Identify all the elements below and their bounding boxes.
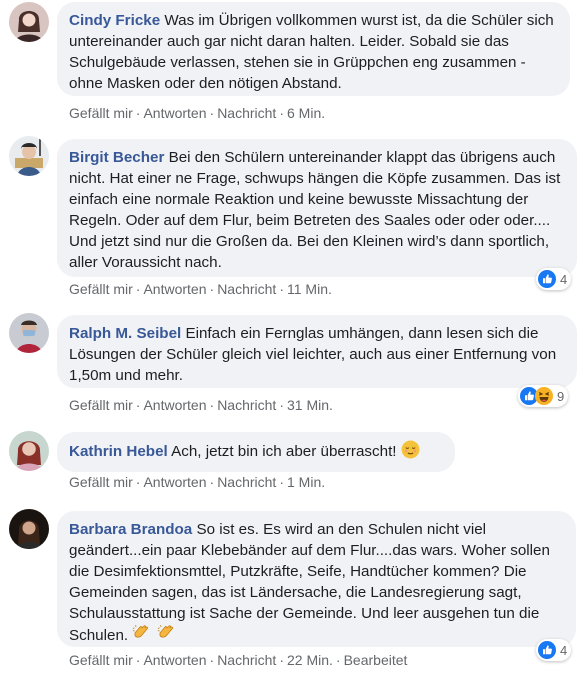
reply-link[interactable]: Antworten [143,652,206,668]
clapping-hands-emoji-icon [133,625,149,638]
reply-link[interactable]: Antworten [143,474,206,490]
separator: · [135,105,141,121]
comment-author[interactable]: Barbara Brandoa [69,521,192,538]
reaction-count: 9 [557,388,565,404]
separator: · [209,397,215,413]
avatar[interactable] [9,509,49,549]
reply-link[interactable]: Antworten [143,281,206,297]
comment-author[interactable]: Cindy Fricke [69,12,160,29]
comment-bubble: Kathrin Hebel Ach, jetzt bin ich aber üb… [57,432,455,472]
comment-timestamp[interactable]: 1 Min. [287,474,325,490]
comment-text: Ach, jetzt bin ich aber überrascht! [167,443,397,460]
message-link[interactable]: Nachricht [217,474,276,490]
avatar[interactable] [9,313,49,353]
message-link[interactable]: Nachricht [217,281,276,297]
avatar[interactable] [9,136,49,176]
comment-actions: Gefällt mir · Antworten · Nachricht · 11 Min. [69,281,332,297]
edited-label[interactable]: Bearbeitet [344,652,408,668]
like-link[interactable]: Gefällt mir [69,652,133,668]
separator: · [135,652,141,668]
comment-bubble: Ralph M. Seibel Einfach ein Fernglas umh… [57,315,577,388]
comment-bubble: Birgit Becher Bei den Schülern untereina… [57,139,577,277]
comment-author[interactable]: Ralph M. Seibel [69,325,181,342]
comment-author[interactable]: Birgit Becher [69,149,164,166]
comment-bubble: Cindy Fricke Was im Übrigen vollkommen w… [57,2,570,96]
comment-timestamp[interactable]: 6 Min. [287,105,325,121]
comment-author[interactable]: Kathrin Hebel [69,443,168,460]
relieved-face-emoji-icon [401,440,420,459]
reaction-count: 4 [560,271,568,287]
separator: · [209,281,215,297]
comment-timestamp[interactable]: 31 Min. [287,397,333,413]
laughing-emoji-icon [535,387,553,405]
separator: · [209,105,215,121]
comment-actions: Gefällt mir · Antworten · Nachricht · 31 Min. [69,397,333,413]
like-link[interactable]: Gefällt mir [69,474,133,490]
reaction-summary[interactable]: 4 [536,268,572,290]
comment-actions: Gefällt mir · Antworten · Nachricht · 6 Min. [69,105,325,121]
reaction-summary[interactable]: 4 [536,639,572,661]
separator: · [279,105,284,121]
message-link[interactable]: Nachricht [217,105,276,121]
separator: · [135,281,141,297]
separator: · [209,652,215,668]
separator: · [135,474,141,490]
separator: · [279,281,284,297]
comment-actions: Gefällt mir · Antworten · Nachricht · 1 Min. [69,474,325,490]
thumbs-up-icon [538,270,556,288]
comment-timestamp[interactable]: 11 Min. [287,281,332,297]
reply-link[interactable]: Antworten [143,105,206,121]
reaction-count: 4 [560,642,568,658]
comment-timestamp[interactable]: 22 Min. [287,652,333,668]
comment-text: Bei den Schülern untereinander klappt da… [69,149,561,271]
like-link[interactable]: Gefällt mir [69,105,133,121]
separator: · [335,652,341,668]
separator: · [279,397,284,413]
reaction-summary[interactable]: 9 [518,385,569,407]
message-link[interactable]: Nachricht [217,397,276,413]
thumbs-up-icon [538,641,556,659]
clapping-hands-emoji-icon [157,625,173,638]
comment-bubble: Barbara Brandoa So ist es. Es wird an de… [57,511,576,647]
separator: · [279,474,284,490]
avatar[interactable] [9,2,49,42]
avatar[interactable] [9,431,49,471]
separator: · [209,474,215,490]
reply-link[interactable]: Antworten [143,397,206,413]
separator: · [279,652,284,668]
comment-actions: Gefällt mir · Antworten · Nachricht · 22 Min. ·… [69,652,407,668]
message-link[interactable]: Nachricht [217,652,276,668]
like-link[interactable]: Gefällt mir [69,397,133,413]
separator: · [135,397,141,413]
like-link[interactable]: Gefällt mir [69,281,133,297]
